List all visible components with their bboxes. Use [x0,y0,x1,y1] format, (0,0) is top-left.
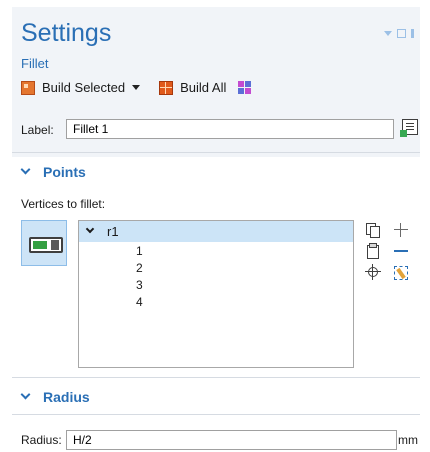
toolbar: Build Selected Build All [21,80,252,95]
list-group-r1[interactable]: r1 [79,221,353,242]
settings-window: Settings Fillet Build Selected Build All… [12,7,420,451]
edit-label-button[interactable] [400,117,420,137]
node-type-subtitle: Fillet [21,56,49,71]
list-item[interactable]: 4 [79,293,353,310]
zoom-to-selection-icon[interactable] [365,264,381,280]
build-selected-icon [21,80,35,95]
paste-selection-icon[interactable] [365,243,381,259]
maximize-icon[interactable] [397,29,406,38]
page-title: Settings [21,19,112,47]
label-input[interactable] [66,119,394,139]
section-divider [12,152,420,153]
vertices-list[interactable]: r1 1 2 3 4 [78,220,354,368]
build-selected-label: Build Selected [42,80,126,95]
selection-active-toggle[interactable] [21,220,67,266]
collapse-chevron-icon[interactable] [85,224,95,234]
add-to-selection-icon[interactable] [393,222,409,238]
dropdown-caret-icon[interactable] [132,85,141,90]
label-caption: Label: [21,123,54,137]
section-divider [12,377,420,378]
label-row: Label: [21,117,420,143]
window-controls [384,29,414,38]
section-divider [12,414,420,415]
chevron-down-icon [20,389,31,400]
radius-section-header[interactable]: Radius [12,382,420,412]
radius-row: Radius: mm [21,430,418,452]
clear-selection-icon[interactable] [393,264,409,280]
build-all-label: Build All [180,80,227,95]
build-all-button[interactable]: Build All [140,80,226,95]
pin-icon[interactable] [411,29,414,38]
radius-section-title: Radius [43,389,90,405]
toggle-switch-icon [29,237,63,253]
points-section-title: Points [43,164,86,180]
copy-selection-icon[interactable] [365,222,381,238]
edit-accent-icon [400,130,407,137]
chevron-down-icon [20,164,31,175]
radius-input[interactable] [66,430,397,450]
radius-caption: Radius: [21,433,62,447]
build-selected-button[interactable]: Build Selected [21,80,141,95]
vertices-label: Vertices to fillet: [21,197,106,211]
build-preceding-icon[interactable] [238,81,252,94]
radius-unit: mm [398,433,418,447]
remove-from-selection-icon[interactable] [393,243,409,259]
list-item[interactable]: 3 [79,276,353,293]
build-all-icon [159,80,174,95]
points-section-header[interactable]: Points [12,157,420,187]
list-item[interactable]: 2 [79,259,353,276]
list-item[interactable]: 1 [79,242,353,259]
window-menu-icon[interactable] [384,31,392,36]
list-group-label: r1 [107,224,119,239]
